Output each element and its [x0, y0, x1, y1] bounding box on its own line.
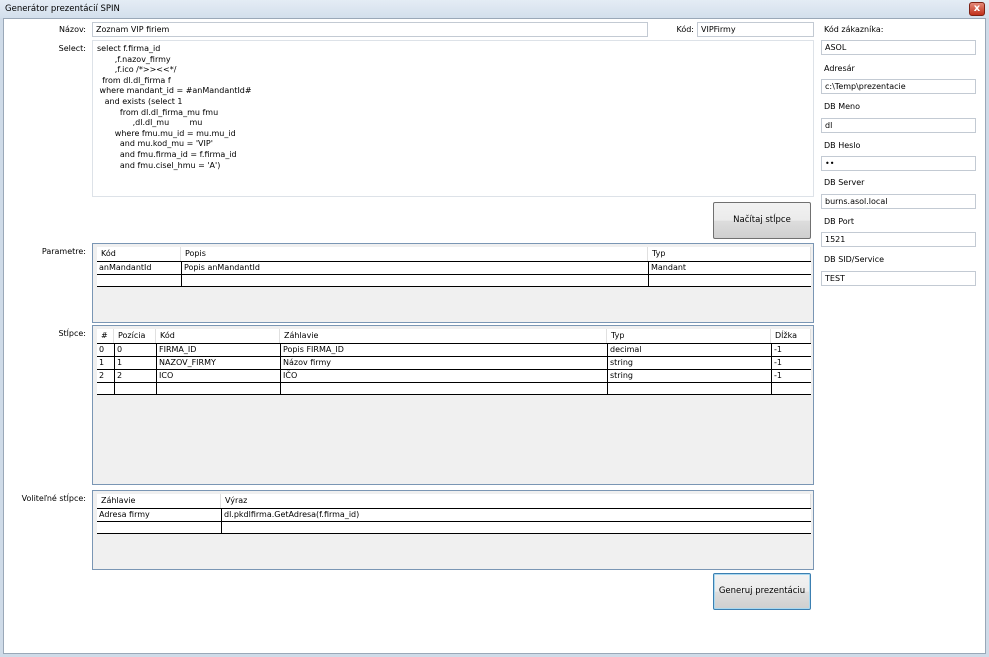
cell[interactable]: ICO: [156, 370, 280, 382]
app-window: Generátor prezentácií SPIN x Názov: Zozn…: [0, 0, 989, 657]
table-row[interactable]: 0 0 FIRMA_ID Popis FIRMA_ID decimal -1: [97, 343, 811, 356]
adresar-input[interactable]: c:\Temp\prezentacie: [821, 79, 976, 94]
table-row[interactable]: 1 1 NAZOV_FIRMY Názov firmy string -1: [97, 356, 811, 369]
cell[interactable]: Popis anMandantId: [181, 262, 648, 274]
load-columns-button[interactable]: Načítaj stĺpce: [713, 202, 811, 239]
cell[interactable]: FIRMA_ID: [156, 344, 280, 356]
cell-divider: [181, 275, 182, 287]
select-label: Select:: [58, 44, 86, 53]
cell[interactable]: Mandant: [648, 262, 811, 274]
new-row[interactable]: [97, 274, 811, 287]
db-port-input[interactable]: 1521: [821, 232, 976, 247]
cell[interactable]: NAZOV_FIRMY: [156, 357, 280, 369]
stlpce-grid[interactable]: # Pozícia Kód Záhlavie Typ Dĺžka 0 0 FIR…: [92, 325, 814, 485]
volitelne-grid[interactable]: Záhlavie Výraz Adresa firmy dl.pkdlfirma…: [92, 490, 814, 570]
cell[interactable]: 2: [114, 370, 156, 382]
db-sid-input[interactable]: TEST: [821, 271, 976, 286]
cell-divider: [221, 522, 222, 534]
cell[interactable]: string: [607, 357, 771, 369]
cell[interactable]: dl.pkdlfirma.GetAdresa(f.firma_id): [221, 509, 811, 521]
db-server-input[interactable]: burns.asol.local: [821, 194, 976, 209]
kod-zakaznika-label: Kód zákazníka:: [824, 25, 884, 34]
window-title: Generátor prezentácií SPIN: [5, 4, 120, 14]
kod-label: Kód:: [676, 25, 694, 34]
parametre-label: Parametre:: [41, 247, 86, 256]
volitelne-header: Záhlavie Výraz: [97, 494, 811, 508]
cell[interactable]: anMandantId: [97, 262, 181, 274]
parametre-grid[interactable]: Kód Popis Typ anMandantId Popis anMandan…: [92, 243, 814, 323]
cell[interactable]: -1: [771, 370, 811, 382]
col-header-dlzka[interactable]: Dĺžka: [771, 329, 811, 343]
volitelne-label: Voliteľné stĺpce:: [21, 494, 86, 503]
cell[interactable]: -1: [771, 344, 811, 356]
close-button[interactable]: x: [969, 2, 985, 16]
cell[interactable]: 0: [114, 344, 156, 356]
db-meno-input[interactable]: dl: [821, 118, 976, 133]
cell-divider: [114, 383, 115, 395]
col-header-zahlavie[interactable]: Záhlavie: [280, 329, 607, 343]
cell-divider: [771, 383, 772, 395]
db-heslo-input[interactable]: ••: [821, 156, 976, 171]
kod-zakaznika-input[interactable]: ASOL: [821, 40, 976, 55]
cell-divider: [607, 383, 608, 395]
adresar-label: Adresár: [824, 64, 855, 73]
table-row[interactable]: Adresa firmy dl.pkdlfirma.GetAdresa(f.fi…: [97, 508, 811, 521]
stlpce-label: Stĺpce:: [58, 329, 86, 338]
cell[interactable]: string: [607, 370, 771, 382]
db-meno-label: DB Meno: [824, 102, 860, 111]
new-row[interactable]: [97, 382, 811, 395]
col-header-kod[interactable]: Kód: [156, 329, 280, 343]
close-icon: x: [973, 3, 981, 14]
col-header-pozicia[interactable]: Pozícia: [114, 329, 156, 343]
nazov-label: Názov:: [59, 25, 86, 34]
col-header-typ[interactable]: Typ: [607, 329, 771, 343]
cell[interactable]: -1: [771, 357, 811, 369]
table-row[interactable]: anMandantId Popis anMandantId Mandant: [97, 261, 811, 274]
cell[interactable]: 1: [114, 357, 156, 369]
col-header-zahlavie[interactable]: Záhlavie: [97, 494, 221, 508]
select-sql-textarea[interactable]: select f.firma_id ,f.nazov_firmy ,f.ico …: [92, 40, 814, 197]
cell[interactable]: 2: [97, 370, 114, 382]
cell[interactable]: Adresa firmy: [97, 509, 221, 521]
parametre-header: Kód Popis Typ: [97, 247, 811, 261]
col-header-vyraz[interactable]: Výraz: [221, 494, 811, 508]
generate-presentation-button[interactable]: Generuj prezentáciu: [713, 573, 811, 610]
db-heslo-label: DB Heslo: [824, 141, 861, 150]
col-header-popis[interactable]: Popis: [181, 247, 648, 261]
cell-divider: [648, 275, 649, 287]
col-header-typ[interactable]: Typ: [648, 247, 811, 261]
cell[interactable]: Popis FIRMA_ID: [280, 344, 607, 356]
cell-divider: [156, 383, 157, 395]
nazov-input[interactable]: Zoznam VIP firiem: [92, 22, 648, 37]
db-port-label: DB Port: [824, 217, 855, 226]
cell[interactable]: decimal: [607, 344, 771, 356]
cell[interactable]: IČO: [280, 370, 607, 382]
db-sid-label: DB SID/Service: [824, 255, 885, 264]
cell[interactable]: Názov firmy: [280, 357, 607, 369]
cell-divider: [280, 383, 281, 395]
col-header-index[interactable]: #: [97, 329, 114, 343]
main-panel: Názov: Zoznam VIP firiem Kód: VIPFirmy S…: [3, 18, 986, 654]
cell[interactable]: 1: [97, 357, 114, 369]
col-header-kod[interactable]: Kód: [97, 247, 181, 261]
db-server-label: DB Server: [824, 178, 865, 187]
table-row[interactable]: 2 2 ICO IČO string -1: [97, 369, 811, 382]
stlpce-header: # Pozícia Kód Záhlavie Typ Dĺžka: [97, 329, 811, 343]
kod-input[interactable]: VIPFirmy: [697, 22, 814, 37]
cell[interactable]: 0: [97, 344, 114, 356]
new-row[interactable]: [97, 521, 811, 534]
title-bar: Generátor prezentácií SPIN x: [0, 0, 989, 18]
